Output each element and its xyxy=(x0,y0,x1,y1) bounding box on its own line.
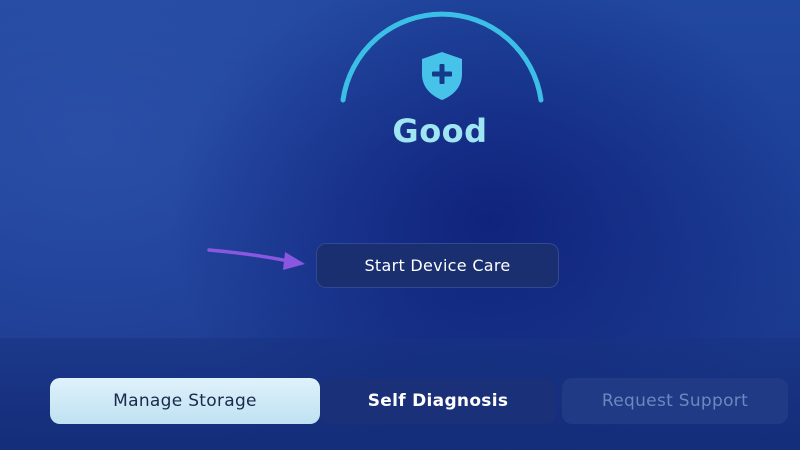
status-gauge-arc xyxy=(340,11,544,103)
device-status-text: Good xyxy=(392,112,488,150)
tab-manage-storage[interactable]: Manage Storage xyxy=(50,378,320,424)
start-device-care-button[interactable]: Start Device Care xyxy=(316,243,559,288)
shield-plus-icon xyxy=(422,52,462,100)
tab-self-diagnosis[interactable]: Self Diagnosis xyxy=(320,378,556,424)
arrow-right-icon xyxy=(207,248,305,270)
tab-request-support[interactable]: Request Support xyxy=(562,378,788,424)
